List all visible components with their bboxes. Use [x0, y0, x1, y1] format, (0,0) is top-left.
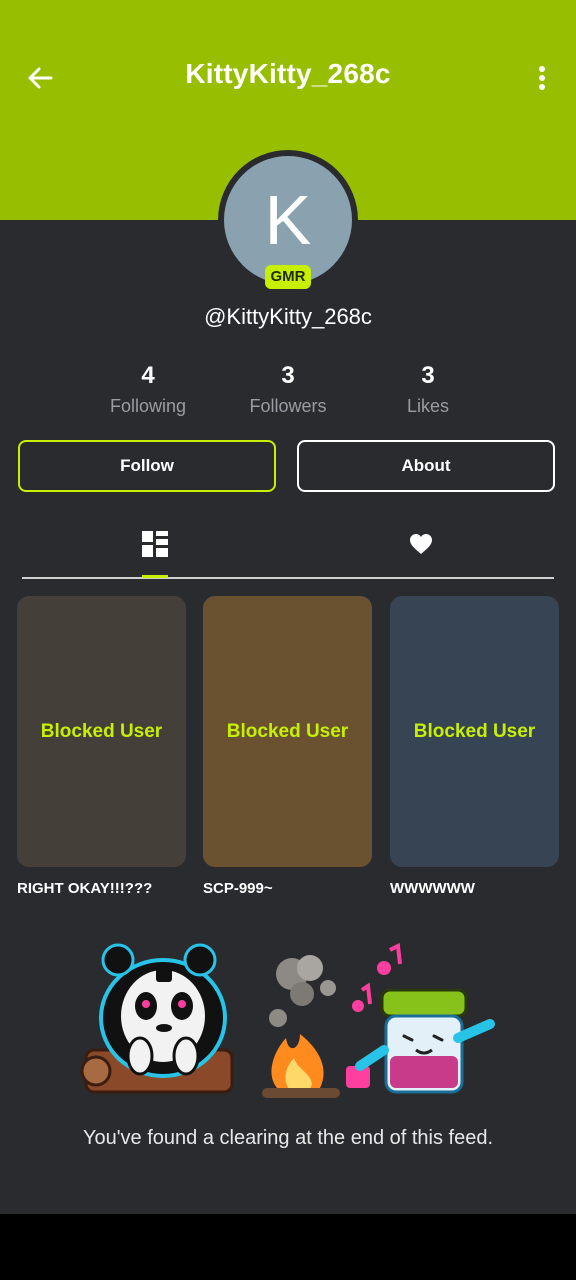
page-title: KittyKitty_268c	[185, 58, 391, 89]
stat-likes[interactable]: 3 Likes	[348, 362, 508, 417]
post-caption: WWWWWW	[390, 880, 475, 897]
blocked-label: Blocked User	[413, 720, 536, 742]
stat-following[interactable]: 4 Following	[68, 362, 228, 417]
heart-icon	[410, 534, 432, 554]
stat-label: Followers	[249, 396, 327, 416]
tab-likes[interactable]	[391, 522, 451, 566]
more-vertical-icon	[539, 66, 545, 90]
stat-value: 3	[281, 362, 295, 389]
tab-posts[interactable]	[125, 522, 185, 566]
blocked-label: Blocked User	[40, 720, 163, 742]
avatar-letter: K	[264, 181, 312, 259]
stat-label: Likes	[406, 396, 450, 416]
post-card[interactable]: Blocked User	[17, 596, 186, 867]
system-navigation-bar	[0, 1214, 576, 1280]
post-caption: RIGHT OKAY!!!???	[17, 880, 153, 897]
post-card[interactable]: Blocked User	[390, 596, 559, 867]
stat-followers[interactable]: 3 Followers	[208, 362, 368, 417]
feed-end-message: You've found a clearing at the end of th…	[82, 1127, 494, 1149]
grid-icon	[142, 531, 168, 557]
more-options-button[interactable]	[524, 60, 560, 96]
post-card[interactable]: Blocked User	[203, 596, 372, 867]
stat-value: 3	[421, 362, 435, 389]
stat-label: Following	[109, 396, 187, 416]
username-handle: @KittyKitty_268c	[204, 304, 372, 329]
campfire-illustration	[80, 942, 495, 1098]
follow-button[interactable]: Follow	[18, 440, 276, 492]
about-button[interactable]: About	[297, 440, 555, 492]
stat-value: 4	[141, 362, 155, 389]
tab-selected-indicator	[142, 575, 168, 578]
blocked-label: Blocked User	[226, 720, 349, 742]
tab-divider	[22, 577, 554, 579]
user-badge: GMR	[265, 265, 311, 289]
post-caption: SCP-999~	[203, 880, 273, 897]
